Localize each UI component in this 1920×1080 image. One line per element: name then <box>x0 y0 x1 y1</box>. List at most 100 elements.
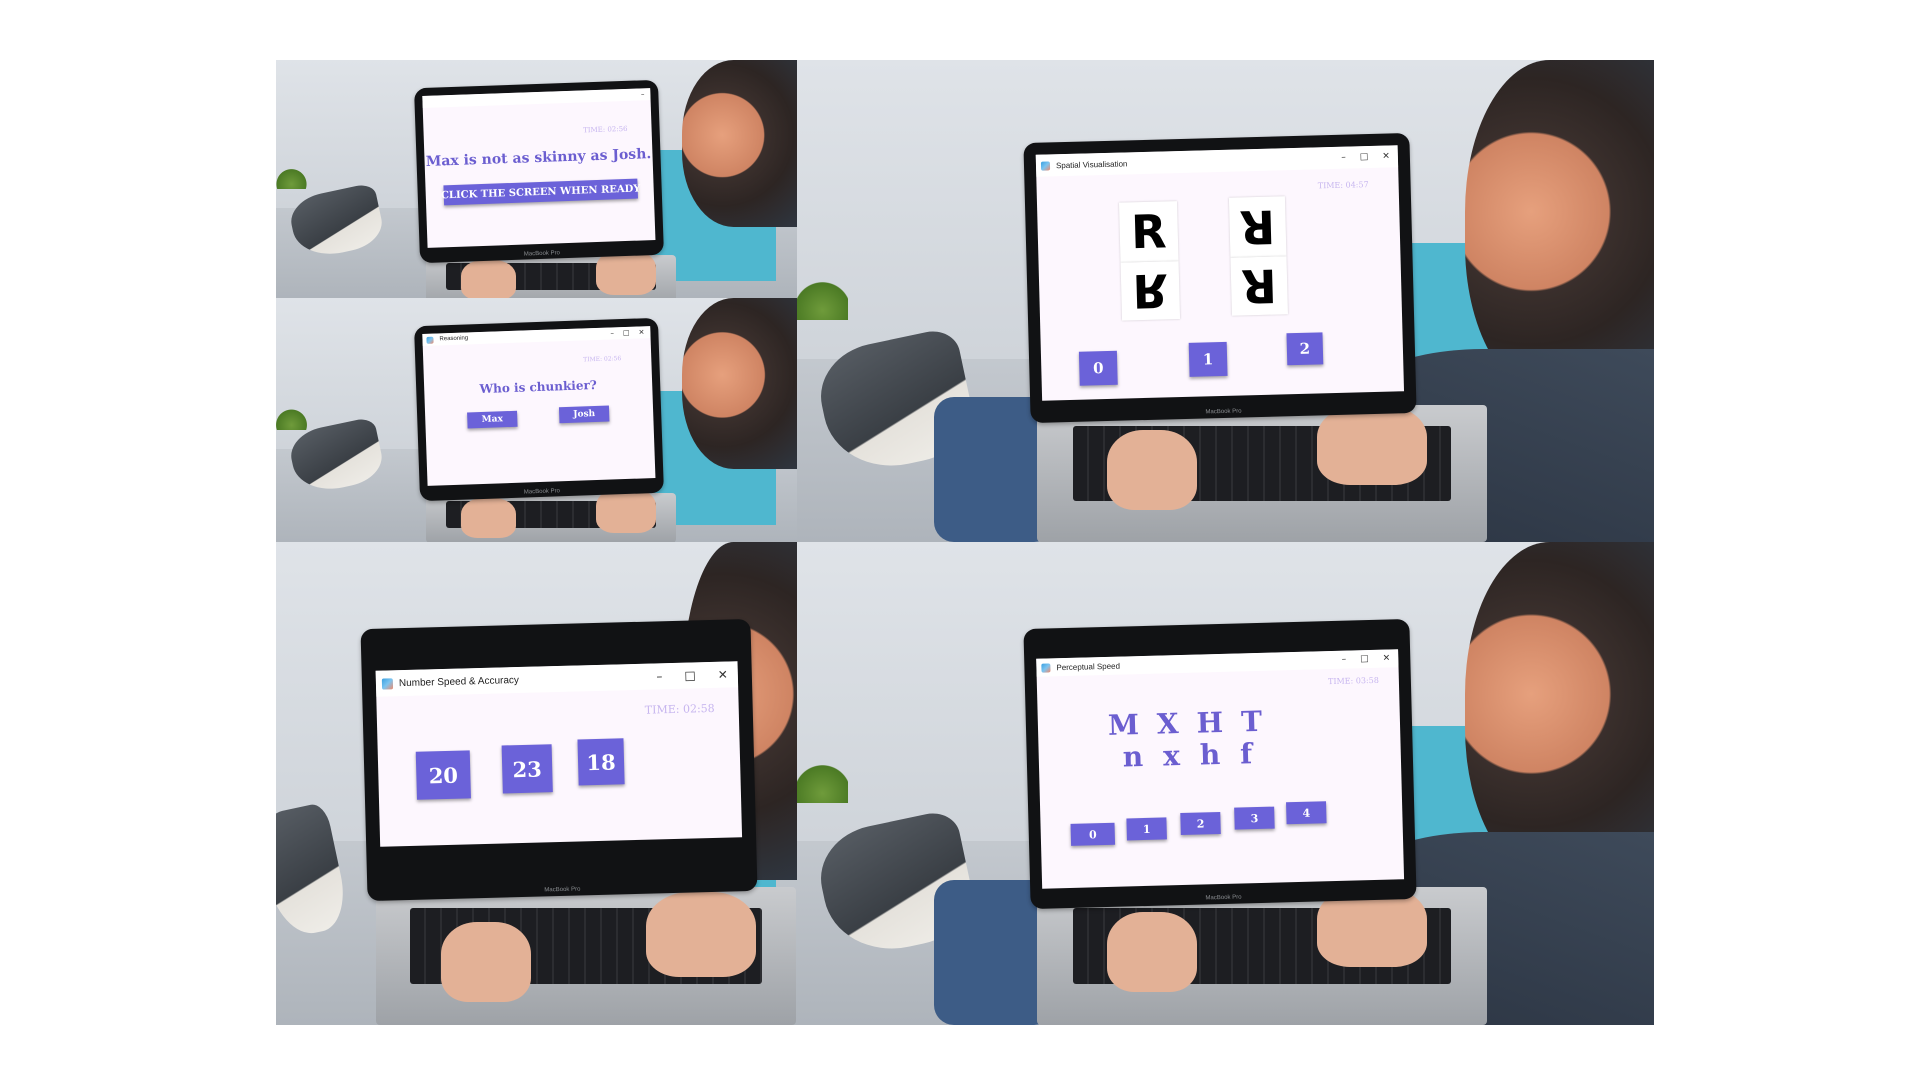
letter: x <box>1162 739 1181 773</box>
window-controls: – □ ✕ <box>1341 146 1390 169</box>
person-head <box>682 298 797 469</box>
photo-reasoning-question: Reasoning – □ ✕ TIME: 02:56 Who is chunk… <box>276 298 797 542</box>
hand <box>1317 405 1427 485</box>
person-head <box>1465 60 1654 398</box>
close-icon[interactable]: ✕ <box>1382 152 1390 162</box>
app-screen: – TIME: 02:56 Max is not as skinny as Jo… <box>422 88 656 248</box>
letter-tile: R <box>1228 196 1287 258</box>
minimize-icon[interactable]: – <box>1342 655 1347 665</box>
person-head <box>682 60 797 227</box>
window-controls: – <box>641 88 645 100</box>
person-head <box>1465 542 1654 881</box>
window-title: Spatial Visualisation <box>1055 158 1128 170</box>
photo-spatial: Spatial Visualisation – □ ✕ TIME: 04:57 … <box>797 60 1654 542</box>
app-screen: Number Speed & Accuracy – □ ✕ TIME: 02:5… <box>375 661 743 847</box>
letter-rotated: R <box>1131 263 1169 319</box>
app-logo-icon <box>1041 662 1051 673</box>
option-button-0[interactable]: 0 <box>1070 822 1116 846</box>
number-tile[interactable]: 20 <box>415 750 471 800</box>
option-button-4[interactable]: 4 <box>1286 801 1327 825</box>
letter-rotated: R <box>1240 258 1278 314</box>
hand <box>461 260 516 298</box>
number-tile[interactable]: 23 <box>501 744 553 794</box>
maximize-icon[interactable]: □ <box>1360 654 1369 664</box>
close-icon[interactable]: ✕ <box>718 668 728 682</box>
window-title: Number Speed & Accuracy <box>398 674 520 689</box>
close-icon[interactable]: ✕ <box>638 328 644 336</box>
letter-rotated: R <box>1239 199 1277 255</box>
lower-letter-row: n x h f <box>1122 737 1252 773</box>
laptop-bezel: Spatial Visualisation – □ ✕ TIME: 04:57 … <box>1023 132 1417 424</box>
window-controls: – □ ✕ <box>610 326 644 339</box>
letter: n <box>1122 740 1144 774</box>
maximize-icon[interactable]: □ <box>623 329 630 337</box>
letter: f <box>1239 737 1253 771</box>
plant <box>276 405 308 430</box>
number-tile[interactable]: 18 <box>577 738 625 786</box>
option-button-josh[interactable]: Josh <box>558 405 610 424</box>
option-button-1[interactable]: 1 <box>1126 817 1167 841</box>
maximize-icon[interactable]: □ <box>684 668 696 682</box>
photo-perceptual: Perceptual Speed – □ ✕ TIME: 03:58 M X H… <box>797 542 1654 1025</box>
option-button-0[interactable]: 0 <box>1078 350 1118 386</box>
statement-text: Max is not as skinny as Josh. <box>425 146 652 170</box>
plant <box>797 272 849 321</box>
minimize-icon[interactable]: – <box>610 329 614 337</box>
letter-tile: R <box>1118 201 1179 263</box>
hand <box>441 922 531 1002</box>
option-button-2[interactable]: 2 <box>1180 812 1221 836</box>
hand <box>646 892 756 977</box>
letter-tile: R <box>1230 256 1288 316</box>
app-screen: Spatial Visualisation – □ ✕ TIME: 04:57 … <box>1035 145 1405 401</box>
maximize-icon[interactable]: □ <box>1360 152 1369 162</box>
title-bar: Spatial Visualisation – □ ✕ <box>1035 145 1399 177</box>
hand <box>596 488 656 533</box>
letter: H <box>1196 705 1224 740</box>
window-controls: – □ ✕ <box>1342 650 1391 669</box>
app-screen: Perceptual Speed – □ ✕ TIME: 03:58 M X H… <box>1036 649 1405 889</box>
letter: X <box>1156 707 1180 741</box>
timer: TIME: 02:56 <box>583 355 622 364</box>
title-bar: Perceptual Speed – □ ✕ <box>1036 649 1399 677</box>
timer: TIME: 02:58 <box>644 701 715 717</box>
timer: TIME: 03:58 <box>1327 675 1379 687</box>
option-button-3[interactable]: 3 <box>1234 806 1275 830</box>
minimize-icon[interactable]: – <box>641 90 645 98</box>
option-button-max[interactable]: Max <box>467 410 518 429</box>
close-icon[interactable]: ✕ <box>1383 654 1391 664</box>
hand <box>461 498 516 538</box>
laptop-bezel: Number Speed & Accuracy – □ ✕ TIME: 02:5… <box>360 618 758 902</box>
title-bar: Reasoning – □ ✕ <box>422 326 651 347</box>
letter-tile: R <box>1120 261 1181 321</box>
app-logo-icon <box>426 336 434 344</box>
title-bar: – <box>422 88 651 109</box>
minimize-icon[interactable]: – <box>656 669 662 683</box>
photo-number: Number Speed & Accuracy – □ ✕ TIME: 02:5… <box>276 542 797 1025</box>
timer: TIME: 02:56 <box>582 124 628 135</box>
option-button-1[interactable]: 1 <box>1188 341 1228 377</box>
option-button-2[interactable]: 2 <box>1286 332 1324 366</box>
timer: TIME: 04:57 <box>1317 180 1369 191</box>
plant <box>276 164 308 189</box>
app-screen: Reasoning – □ ✕ TIME: 02:56 Who is chunk… <box>422 326 656 486</box>
title-bar: Number Speed & Accuracy – □ ✕ <box>375 661 739 697</box>
ready-button[interactable]: CLICK THE SCREEN WHEN READY <box>441 178 641 206</box>
question-text: Who is chunkier? <box>479 377 598 397</box>
plant <box>797 754 849 803</box>
laptop-bezel: Reasoning – □ ✕ TIME: 02:56 Who is chunk… <box>414 317 664 502</box>
app-logo-icon <box>1040 160 1051 171</box>
hand <box>1107 430 1197 510</box>
laptop-bezel: – TIME: 02:56 Max is not as skinny as Jo… <box>414 79 664 264</box>
hand <box>596 250 656 295</box>
window-controls: – □ ✕ <box>656 662 728 690</box>
laptop-bezel: Perceptual Speed – □ ✕ TIME: 03:58 M X H… <box>1023 618 1417 910</box>
app-logo-icon <box>381 677 394 690</box>
photo-reasoning-intro: – TIME: 02:56 Max is not as skinny as Jo… <box>276 60 797 298</box>
window-title: Perceptual Speed <box>1056 661 1121 672</box>
letter: M <box>1107 708 1140 742</box>
hand <box>1107 912 1197 992</box>
minimize-icon[interactable]: – <box>1341 153 1346 163</box>
window-title: Reasoning <box>439 335 469 343</box>
letter: h <box>1199 737 1221 772</box>
upper-letter-row: M X H T <box>1108 705 1263 742</box>
